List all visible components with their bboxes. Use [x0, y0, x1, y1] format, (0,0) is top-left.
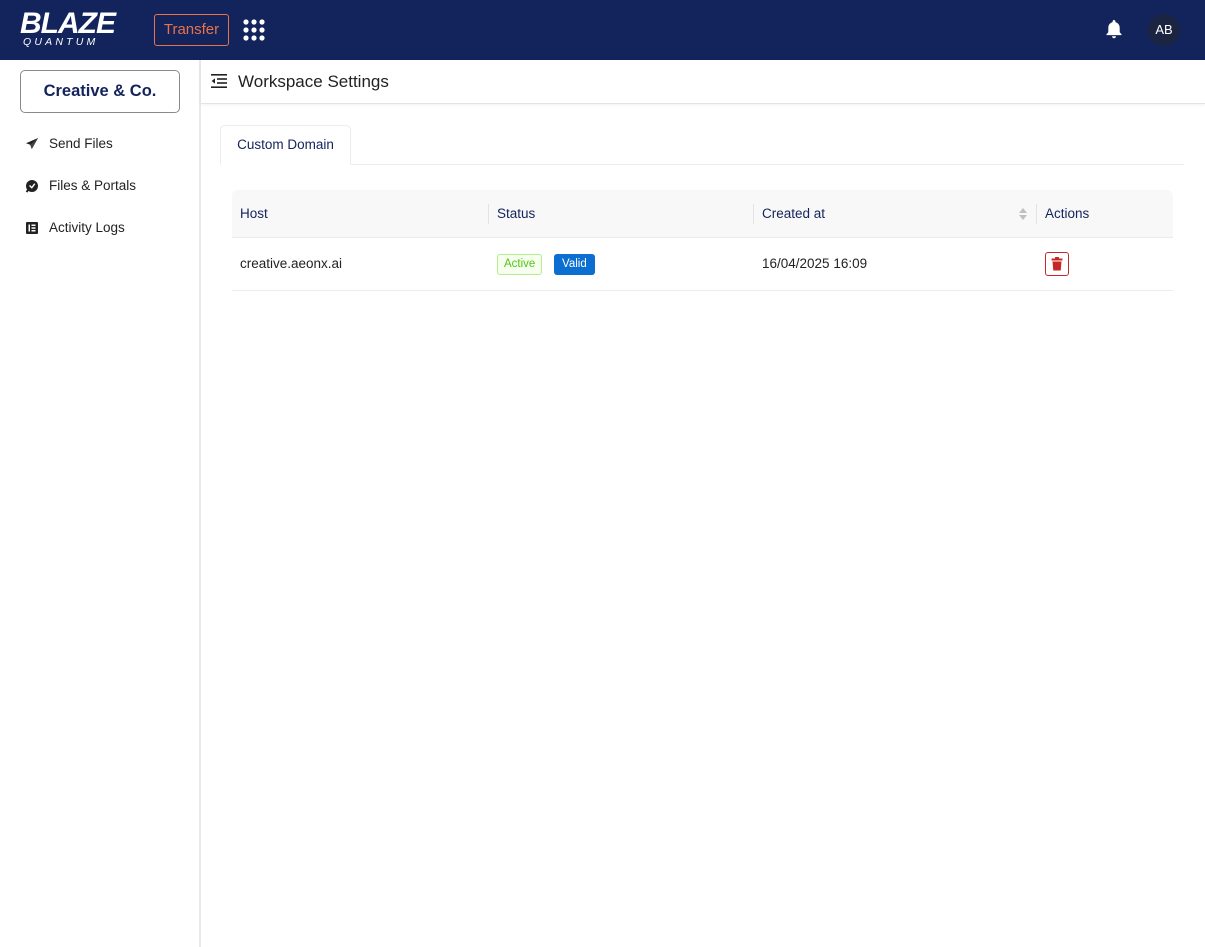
column-header-created-at[interactable]: Created at — [762, 190, 825, 238]
sort-icon[interactable] — [1018, 207, 1028, 221]
host-cell: creative.aeonx.ai — [240, 256, 343, 271]
status-badge-valid: Valid — [554, 254, 595, 275]
transfer-button[interactable]: Transfer — [154, 14, 229, 46]
top-bar: BLAZE QUANTUM Transfer AB — [0, 0, 1205, 60]
custom-domain-table: Host Status Created at Actions creative.… — [232, 190, 1173, 291]
column-header-status: Status — [497, 206, 536, 221]
blaze-quantum-logo[interactable]: BLAZE QUANTUM — [20, 9, 136, 49]
paper-plane-icon — [25, 137, 39, 151]
tab-custom-domain[interactable]: Custom Domain — [220, 125, 351, 165]
column-divider — [1036, 204, 1037, 224]
indent-menu-icon[interactable] — [210, 72, 228, 90]
sidebar: Creative & Co. Send Files Files & Portal… — [0, 60, 201, 947]
delete-domain-button[interactable] — [1045, 252, 1069, 276]
sidebar-item-label: Send Files — [49, 136, 113, 151]
content-header: Workspace Settings — [201, 60, 1205, 104]
status-badge-active: Active — [497, 254, 543, 275]
sidebar-item-label: Activity Logs — [49, 220, 125, 235]
column-header-actions: Actions — [1045, 206, 1090, 221]
column-divider — [488, 204, 489, 224]
logo-subtitle: QUANTUM — [23, 36, 99, 48]
portal-icon — [25, 179, 39, 193]
created-at-cell: 16/04/2025 16:09 — [762, 256, 868, 271]
page-title: Workspace Settings — [238, 72, 389, 91]
settings-tabs: Custom Domain — [220, 125, 1184, 165]
column-divider — [753, 204, 754, 224]
grid-apps-icon[interactable] — [243, 19, 265, 41]
sidebar-item-label: Files & Portals — [49, 178, 137, 193]
logo-wordmark: BLAZE — [20, 7, 116, 40]
sidebar-item-files-portals[interactable]: Files & Portals — [20, 172, 195, 200]
table-row: creative.aeonx.ai Active Valid 16/04/202… — [232, 238, 1173, 291]
user-avatar[interactable]: AB — [1148, 14, 1180, 46]
table-header: Host Status Created at Actions — [232, 190, 1173, 238]
workspace-switcher-button[interactable]: Creative & Co. — [20, 70, 180, 113]
bell-icon[interactable] — [1103, 18, 1125, 40]
trash-icon — [1051, 257, 1063, 271]
logs-icon — [25, 221, 39, 235]
sidebar-item-activity-logs[interactable]: Activity Logs — [20, 214, 195, 242]
sidebar-item-send-files[interactable]: Send Files — [20, 130, 195, 158]
column-header-host: Host — [240, 206, 268, 221]
